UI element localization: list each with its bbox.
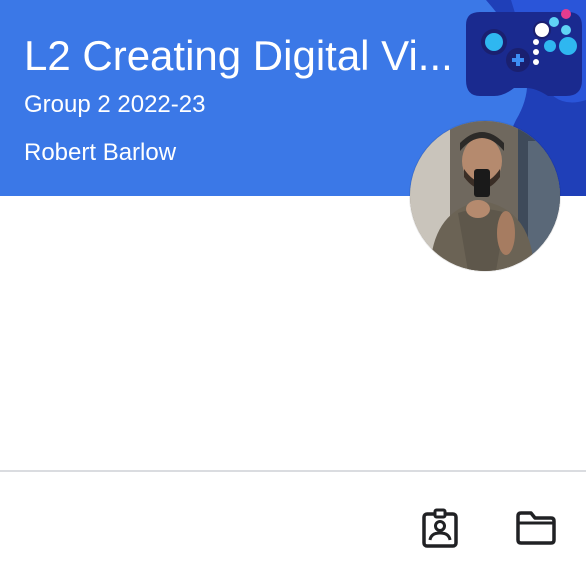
teacher-avatar [410,121,560,271]
teacher-name: Robert Barlow [24,139,177,166]
your-work-button[interactable] [418,506,462,550]
class-card[interactable]: L2 Creating Digital Vi... Group 2 2022-2… [0,0,586,578]
more-options-button[interactable] [520,28,552,76]
class-folder-button[interactable] [514,506,558,550]
class-title[interactable]: L2 Creating Digital Vi... [24,30,464,82]
teacher-photo [410,121,560,271]
assignment-ind-icon [422,508,458,548]
more-vert-icon [533,39,539,45]
class-section: Group 2 2022-23 [24,91,206,118]
more-vert-icon-dot [533,59,539,65]
more-vert-icon-dot [533,49,539,55]
card-divider [0,470,586,472]
folder-icon [516,511,556,545]
